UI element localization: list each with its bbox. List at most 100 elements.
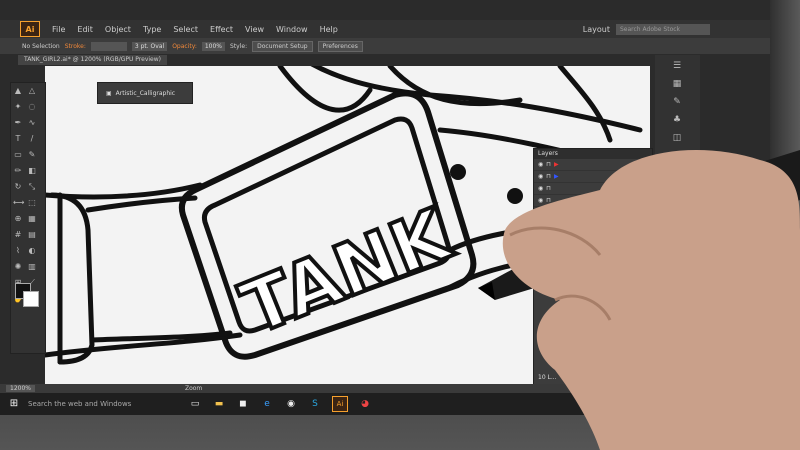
type-tool-icon[interactable]: T <box>13 134 23 144</box>
task-view-icon[interactable]: ▭ <box>188 397 202 411</box>
visibility-eye-icon[interactable]: ◉ <box>538 209 543 216</box>
brush-panel-icon: ▣ <box>106 89 112 97</box>
free-transform-tool-icon[interactable]: ⬚ <box>27 198 37 208</box>
tablet-screen: Ai File Edit Object Type Select Effect V… <box>0 0 770 415</box>
layer-color-icon: ▶ <box>553 161 559 168</box>
brush-name[interactable]: Artistic_Calligraphic <box>116 90 175 97</box>
menu-view[interactable]: View <box>245 25 264 34</box>
layer-row[interactable]: ◉ ⊓ <box>534 195 652 207</box>
scale-tool-icon[interactable]: ⤡ <box>27 182 37 192</box>
swatches-icon[interactable]: ▦ <box>671 79 683 91</box>
taskbar-search[interactable]: Search the web and Windows <box>28 400 183 408</box>
skype-icon[interactable]: S <box>308 397 322 411</box>
magic-wand-tool-icon[interactable]: ✦ <box>13 102 23 112</box>
paragraph-icon[interactable]: ¶ <box>671 169 683 181</box>
symbols-icon[interactable]: ♣ <box>671 115 683 127</box>
rectangle-tool-icon[interactable]: ▭ <box>13 150 23 160</box>
tools-panel: ▲ △ ✦ ◌ ✒ ∿ T / ▭ ✎ ✏ ◧ ↻ ⤡ ⟷ ⬚ ⊕ ▦ # ▤ … <box>10 82 46 354</box>
lock-icon[interactable]: ⊓ <box>546 185 551 192</box>
menu-edit[interactable]: Edit <box>77 25 93 34</box>
gradient-tool-icon[interactable]: ▤ <box>27 230 37 240</box>
menu-effect[interactable]: Effect <box>210 25 233 34</box>
mesh-tool-icon[interactable]: # <box>13 230 23 240</box>
visibility-eye-icon[interactable]: ◉ <box>538 197 543 204</box>
menu-object[interactable]: Object <box>105 25 131 34</box>
menu-bar: Ai File Edit Object Type Select Effect V… <box>0 20 770 38</box>
graphic-styles-icon[interactable]: ◫ <box>671 133 683 145</box>
opacity-label[interactable]: Opacity: <box>172 43 197 50</box>
menu-select[interactable]: Select <box>173 25 198 34</box>
media-icon[interactable]: ◉ <box>284 397 298 411</box>
direct-selection-tool-icon[interactable]: △ <box>27 86 37 96</box>
layer-row[interactable]: ◉ ⊓ ▶ <box>534 171 652 183</box>
properties-icon[interactable]: ☰ <box>671 61 683 73</box>
visibility-eye-icon[interactable]: ◉ <box>538 185 543 192</box>
right-panel-dock: ☰ ▦ ✎ ♣ ◫ A ¶ ⬚ ⊟ ◩ <box>655 55 700 385</box>
windows-icon[interactable]: ⊞ <box>8 398 20 410</box>
rotate-tool-icon[interactable]: ↻ <box>13 182 23 192</box>
transform-icon[interactable]: ⬚ <box>671 187 683 199</box>
lock-icon[interactable]: ⊓ <box>546 197 551 204</box>
blend-tool-icon[interactable]: ◐ <box>27 246 37 256</box>
eyedropper-tool-icon[interactable]: ⌇ <box>13 246 23 256</box>
selection-status: No Selection <box>22 42 60 50</box>
brushes-icon[interactable]: ✎ <box>671 97 683 109</box>
artwork-text: TANK <box>230 191 463 350</box>
pencil-tool-icon[interactable]: ✏ <box>13 166 23 176</box>
store-icon[interactable]: ◼ <box>236 397 250 411</box>
layers-count: 10 L... <box>538 374 557 381</box>
stroke-label[interactable]: Stroke: <box>65 43 86 50</box>
edge-icon[interactable]: e <box>260 397 274 411</box>
lock-icon[interactable]: ⊓ <box>546 161 551 168</box>
file-explorer-icon[interactable]: ▬ <box>212 397 226 411</box>
character-icon[interactable]: A <box>671 151 683 163</box>
layer-color-icon: ▶ <box>553 173 559 180</box>
menu-help[interactable]: Help <box>320 25 338 34</box>
visibility-eye-icon[interactable]: ◉ <box>538 173 543 180</box>
shape-builder-tool-icon[interactable]: ⊕ <box>13 214 23 224</box>
document-tab[interactable]: TANK_GIRL2.ai* @ 1200% (RGB/GPU Preview) <box>18 55 167 65</box>
lock-icon[interactable]: ⊓ <box>546 173 551 180</box>
layers-panel-title[interactable]: Layers <box>534 149 652 159</box>
graph-tool-icon[interactable]: ▥ <box>27 262 37 272</box>
curvature-tool-icon[interactable]: ∿ <box>27 118 37 128</box>
pathfinder-icon[interactable]: ◩ <box>671 223 683 235</box>
line-tool-icon[interactable]: / <box>27 134 37 144</box>
width-tool-icon[interactable]: ⟷ <box>13 198 24 208</box>
opacity-field[interactable]: 100% <box>201 41 226 51</box>
document-setup-button[interactable]: Document Setup <box>252 40 313 52</box>
workspace-switcher[interactable]: Layout <box>583 25 610 34</box>
chrome-icon[interactable]: ◕ <box>358 397 372 411</box>
layer-row[interactable]: ◉ ⊓ ▶ <box>534 159 652 171</box>
stock-search-input[interactable]: Search Adobe Stock <box>616 23 710 35</box>
align-icon[interactable]: ⊟ <box>671 205 683 217</box>
menu-file[interactable]: File <box>52 25 65 34</box>
windows-taskbar: ⊞ Search the web and Windows ▭ ▬ ◼ e ◉ S… <box>0 393 770 415</box>
illustrator-icon[interactable]: Ai <box>332 396 348 412</box>
lasso-tool-icon[interactable]: ◌ <box>27 102 37 112</box>
menu-type[interactable]: Type <box>143 25 161 34</box>
stroke-swatch[interactable] <box>23 291 39 307</box>
paintbrush-tool-icon[interactable]: ✎ <box>27 150 37 160</box>
stroke-weight-field[interactable] <box>90 41 127 51</box>
selection-tool-icon[interactable]: ▲ <box>13 86 23 96</box>
eraser-tool-icon[interactable]: ◧ <box>27 166 37 176</box>
status-bar: 1200% Zoom <box>0 384 770 393</box>
pen-tool-icon[interactable]: ✒ <box>13 118 23 128</box>
preferences-button[interactable]: Preferences <box>317 40 363 52</box>
illustrator-logo: Ai <box>20 21 40 37</box>
symbol-sprayer-tool-icon[interactable]: ✺ <box>13 262 23 272</box>
layers-panel: Layers ◉ ⊓ ▶ ◉ ⊓ ▶ ◉ ⊓ ◉ ⊓ ◉ ⊓ 10 L... <box>533 148 653 386</box>
visibility-eye-icon[interactable]: ◉ <box>538 161 543 168</box>
layer-row[interactable]: ◉ ⊓ <box>534 207 652 219</box>
brush-panel: ▣ Artistic_Calligraphic <box>97 82 193 104</box>
layer-row[interactable]: ◉ ⊓ <box>534 183 652 195</box>
lock-icon[interactable]: ⊓ <box>546 209 551 216</box>
brush-definition[interactable]: 3 pt. Oval <box>131 41 168 51</box>
status-tool-label: Zoom <box>184 385 203 392</box>
perspective-grid-tool-icon[interactable]: ▦ <box>27 214 37 224</box>
zoom-level-field[interactable]: 1200% <box>6 385 35 392</box>
photo-scene: Ai File Edit Object Type Select Effect V… <box>0 0 800 450</box>
menu-window[interactable]: Window <box>276 25 308 34</box>
style-label: Style: <box>230 42 248 50</box>
